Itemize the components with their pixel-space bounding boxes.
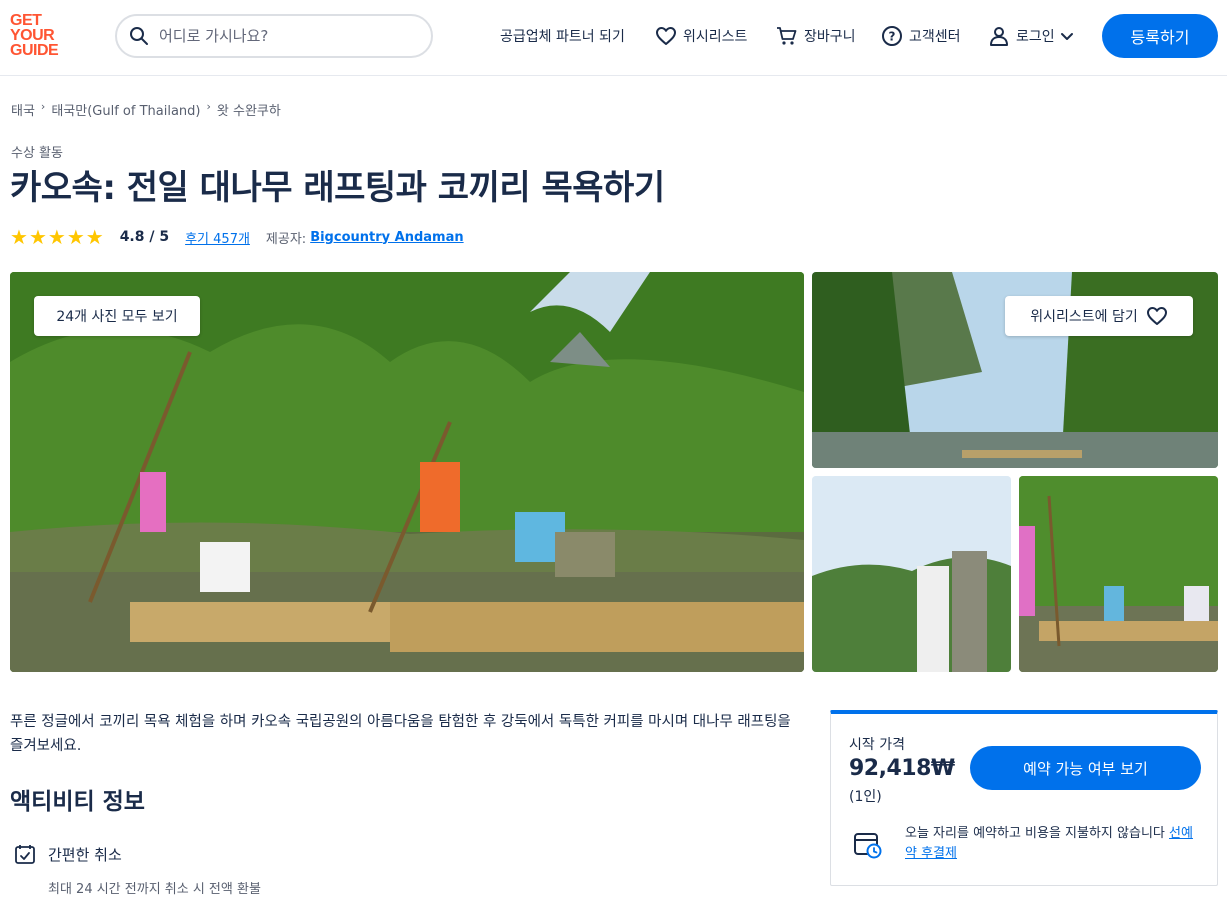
check-availability-button[interactable]: 예약 가능 여부 보기 bbox=[970, 746, 1201, 790]
provider-link[interactable]: Bigcountry Andaman bbox=[310, 230, 463, 245]
price-value: 92,418₩ bbox=[849, 756, 955, 781]
booking-card: 시작 가격 92,418₩ (1인) 예약 가능 여부 보기 오늘 자리를 예약… bbox=[830, 710, 1218, 886]
raft-group-image bbox=[1019, 476, 1218, 672]
breadcrumb-item-gulf[interactable]: 태국만(Gulf of Thailand) bbox=[51, 100, 200, 119]
activity-description: 푸른 정글에서 코끼리 목욕 체험을 하며 카오속 국립공원의 아름다움을 탐험… bbox=[10, 714, 791, 754]
star-icon: ★ bbox=[28, 225, 47, 249]
reviews-link[interactable]: 후기 457개 bbox=[185, 228, 250, 247]
gallery-photo-viewpoint[interactable] bbox=[812, 476, 1011, 672]
gallery-photo-raft[interactable] bbox=[1019, 476, 1218, 672]
breadcrumb: 태국 › 태국만(Gulf of Thailand) › 왓 수완쿠하 bbox=[11, 100, 281, 119]
activity-category: 수상 활동 bbox=[11, 146, 63, 161]
rating-value: 4.8 / 5 bbox=[119, 229, 170, 245]
page-title: 카오속: 전일 대나무 래프팅과 코끼리 목욕하기 bbox=[10, 168, 665, 208]
price-label: 시작 가격 bbox=[849, 737, 905, 753]
provider-label: 제공자: bbox=[265, 231, 307, 247]
activity-info-heading: 액티비티 정보 bbox=[10, 789, 145, 815]
nav-wishlist-link[interactable]: 위시리스트 bbox=[655, 24, 747, 48]
search-icon bbox=[130, 27, 148, 45]
getyourguide-logo[interactable]: GET YOUR GUIDE bbox=[10, 13, 70, 59]
nav-support-link[interactable]: ? 고객센터 bbox=[881, 24, 961, 48]
star-icon: ★ bbox=[47, 225, 66, 249]
star-icon: ★ bbox=[85, 225, 104, 249]
couple-viewpoint-image bbox=[812, 476, 1011, 672]
feature-cancellation-detail: 최대 24 시간 전까지 취소 시 전액 환불 bbox=[48, 882, 261, 897]
rating-stars: ★ ★ ★ ★ ★ bbox=[10, 227, 104, 247]
nav-login-link[interactable]: 로그인 bbox=[988, 24, 1075, 48]
svg-text:?: ? bbox=[889, 30, 896, 44]
heart-icon bbox=[1146, 307, 1167, 325]
feature-free-cancellation: 간편한 취소 bbox=[14, 843, 122, 865]
cart-icon bbox=[777, 27, 797, 45]
calendar-clock-icon bbox=[854, 833, 882, 859]
add-to-wishlist-button[interactable]: 위시리스트에 담기 bbox=[1005, 296, 1193, 336]
price-per-person: (1인) bbox=[849, 789, 882, 805]
rating-row: ★ ★ ★ ★ ★ 4.8 / 5 후기 457개 제공자: Bigcountr… bbox=[10, 227, 464, 247]
star-icon: ★ bbox=[66, 225, 85, 249]
breadcrumb-item-thailand[interactable]: 태국 bbox=[11, 100, 35, 119]
star-icon: ★ bbox=[10, 225, 28, 249]
nav-cart-link[interactable]: 장바구니 bbox=[776, 24, 856, 48]
chevron-down-icon bbox=[1060, 33, 1073, 40]
breadcrumb-item-temple[interactable]: 왓 수완쿠하 bbox=[217, 100, 281, 119]
nav-partner-link[interactable]: 공급업체 파트너 되기 bbox=[500, 24, 625, 48]
reserve-now-pay-later-text: 오늘 자리를 예약하고 비용을 지불하지 않습니다 선예약 후결제 bbox=[905, 826, 1193, 861]
help-circle-icon: ? bbox=[882, 26, 902, 46]
search-bar[interactable] bbox=[115, 14, 433, 58]
breadcrumb-chevron-icon: › bbox=[206, 100, 211, 113]
view-all-photos-button[interactable]: 24개 사진 모두 보기 bbox=[34, 296, 200, 336]
register-button[interactable]: 등록하기 bbox=[1102, 14, 1218, 58]
search-input[interactable] bbox=[159, 27, 409, 45]
calendar-check-icon bbox=[15, 845, 35, 864]
heart-icon bbox=[656, 27, 676, 45]
user-icon bbox=[990, 27, 1008, 46]
breadcrumb-chevron-icon: › bbox=[40, 100, 46, 113]
site-header: GET YOUR GUIDE 공급업체 파트너 되기 위시리스트 장바구니 ? … bbox=[0, 0, 1227, 76]
